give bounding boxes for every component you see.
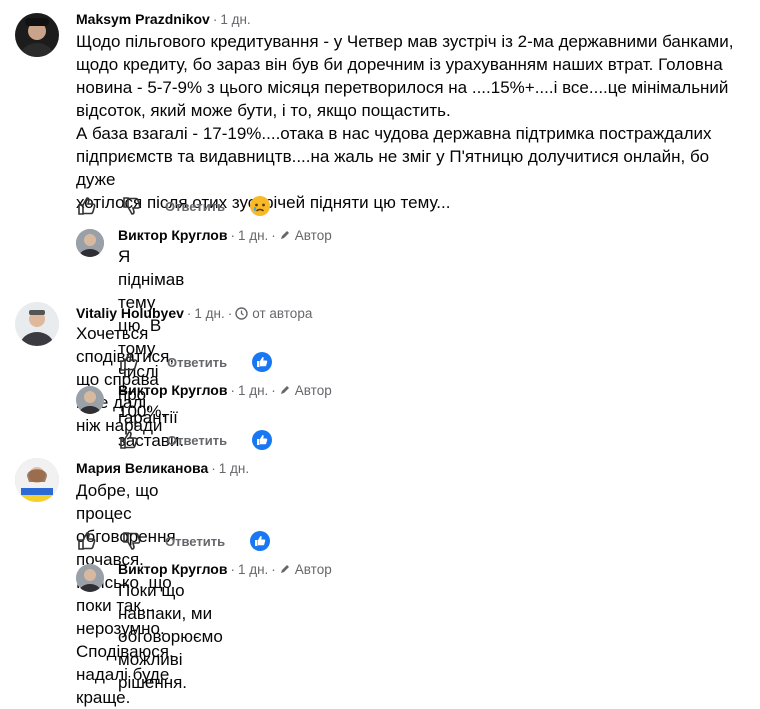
pencil-icon (280, 231, 289, 239)
like-icon[interactable] (76, 530, 98, 552)
comment-text: 100%. (118, 402, 167, 421)
comment-text: Щодо пільгового кредитування - у Четвер … (76, 32, 734, 212)
author-name[interactable]: Maksym Prazdnikov (76, 11, 210, 27)
like-icon[interactable] (118, 351, 140, 373)
author-badge: Автор (279, 228, 332, 243)
comment-actions: Ответить (76, 195, 271, 217)
avatar-maria[interactable] (15, 458, 59, 502)
comment-text: Поки що навпаки, ми обговорюємо можливі … (118, 581, 228, 692)
author-badge: Автор (279, 383, 332, 398)
timestamp[interactable]: 1 дн. (220, 12, 250, 27)
avatar-viktor[interactable] (76, 229, 104, 257)
badge-label: Автор (294, 562, 332, 577)
timestamp[interactable]: 1 дн. (238, 562, 268, 577)
timestamp[interactable]: 1 дн. (194, 306, 224, 321)
comment-header: Виктор Круглов · 1 дн. · Автор (118, 382, 332, 398)
author-badge: от автора (235, 306, 312, 321)
comment-header: Maksym Prazdnikov · 1 дн. (76, 11, 251, 27)
comment-header: Виктор Круглов · 1 дн. · Автор (118, 227, 332, 243)
author-badge: Автор (279, 562, 332, 577)
comment-actions: Ответить (76, 530, 271, 552)
badge-label: Автор (294, 228, 332, 243)
like-reaction-icon[interactable] (251, 429, 273, 451)
author-name[interactable]: Мария Великанова (76, 460, 208, 476)
like-reaction-icon[interactable] (249, 530, 271, 552)
avatar-vitaliy[interactable] (15, 302, 59, 346)
avatar-viktor[interactable] (76, 564, 104, 592)
author-name[interactable]: Виктор Круглов (118, 227, 227, 243)
dislike-icon[interactable] (121, 530, 143, 552)
comment-actions: Ответить (118, 429, 273, 451)
timestamp[interactable]: 1 дн. (238, 228, 268, 243)
sad-reaction-icon[interactable] (249, 195, 271, 217)
reply-button[interactable]: Ответить (165, 199, 225, 214)
timestamp[interactable]: 1 дн. (238, 383, 268, 398)
reply-button[interactable]: Ответить (167, 433, 227, 448)
like-icon[interactable] (118, 429, 140, 451)
avatar-maksym[interactable] (15, 13, 59, 57)
author-name[interactable]: Vitaliy Holubyev (76, 305, 184, 321)
comment-header: Vitaliy Holubyev · 1 дн. · от автора (76, 305, 313, 321)
author-name[interactable]: Виктор Круглов (118, 382, 227, 398)
pencil-icon (280, 565, 289, 573)
comment-header: Мария Великанова · 1 дн. (76, 460, 250, 476)
badge-label: Автор (294, 383, 332, 398)
avatar-viktor[interactable] (76, 386, 104, 414)
pencil-icon (280, 386, 289, 394)
reply-button[interactable]: Ответить (165, 534, 225, 549)
author-name[interactable]: Виктор Круглов (118, 561, 227, 577)
badge-label: от автора (252, 306, 313, 321)
timestamp[interactable]: 1 дн. (219, 461, 249, 476)
like-reaction-icon[interactable] (251, 351, 273, 373)
reply-button[interactable]: Ответить (167, 355, 227, 370)
comment-header: Виктор Круглов · 1 дн. · Автор (118, 561, 332, 577)
dislike-icon[interactable] (121, 195, 143, 217)
like-icon[interactable] (76, 195, 98, 217)
comment-actions: Ответить (118, 351, 273, 373)
clock-icon (235, 307, 248, 320)
